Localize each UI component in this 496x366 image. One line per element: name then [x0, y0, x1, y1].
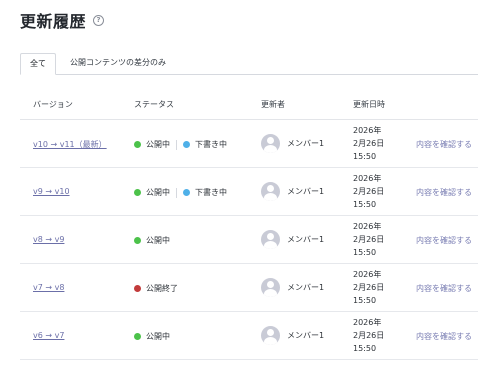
user-avatar-icon: [261, 134, 280, 153]
updater-name: メンバー1: [287, 331, 325, 340]
table-row: v9 → v10 公開中 下書き中 メンバー1 2026年 2月26日 15:5…: [20, 168, 478, 216]
table-row: v6 → v7 公開中 メンバー1 2026年 2月26日 15:50 内容を確…: [20, 312, 478, 360]
view-details-link[interactable]: 内容を確認する: [416, 235, 472, 246]
view-details-link[interactable]: 内容を確認する: [416, 187, 472, 198]
status-label: 公開中: [146, 140, 170, 149]
updater-name: メンバー1: [287, 187, 325, 196]
status-dot-icon: [134, 237, 141, 244]
date-time: 15:50: [353, 248, 377, 257]
status-label: 公開終了: [146, 284, 178, 293]
version-link[interactable]: v10 → v11（最新）: [33, 139, 107, 150]
date-day: 2月26日: [353, 331, 385, 340]
status-cell: 公開中: [134, 331, 170, 342]
updated-at-cell: 2026年 2月26日 15:50: [353, 268, 384, 307]
table-row: v7 → v8 公開終了 メンバー1 2026年 2月26日 15:50 内容を…: [20, 264, 478, 312]
updater-name: メンバー1: [287, 139, 325, 148]
help-icon[interactable]: ?: [93, 14, 105, 26]
tab-bar: 全て 公開コンテンツの差分のみ: [20, 53, 478, 75]
version-link[interactable]: v9 → v10: [33, 187, 70, 196]
updated-at-cell: 2026年 2月26日 15:50: [353, 172, 384, 211]
column-header-updater: 更新者: [261, 100, 285, 109]
date-day: 2月26日: [353, 283, 385, 292]
date-time: 15:50: [353, 296, 377, 305]
updater-name: メンバー1: [287, 283, 325, 292]
status-cell: 公開中: [134, 235, 170, 246]
user-avatar-icon: [261, 326, 280, 345]
version-link[interactable]: v8 → v9: [33, 235, 64, 244]
status-dot-icon: [183, 141, 190, 148]
date-year: 2026年: [353, 270, 382, 279]
date-day: 2月26日: [353, 187, 385, 196]
status-cell: 公開中 下書き中: [134, 139, 227, 150]
status-cell: 公開中 下書き中: [134, 187, 227, 198]
status-divider: [176, 187, 177, 198]
page-header: 更新履歴 ?: [20, 8, 105, 32]
table-row: v10 → v11（最新） 公開中 下書き中 メンバー1 2026年 2月26日…: [20, 120, 478, 168]
status-divider: [176, 139, 177, 150]
view-details-link[interactable]: 内容を確認する: [416, 331, 472, 342]
status-dot-icon: [134, 333, 141, 340]
version-link[interactable]: v7 → v8: [33, 283, 64, 292]
view-details-link[interactable]: 内容を確認する: [416, 283, 472, 294]
status-dot-icon: [134, 141, 141, 148]
status-dot-icon: [183, 189, 190, 196]
view-details-link[interactable]: 内容を確認する: [416, 139, 472, 150]
date-year: 2026年: [353, 222, 382, 231]
status-label: 下書き中: [195, 188, 227, 197]
status-cell: 公開終了: [134, 283, 178, 294]
tab-all[interactable]: 全て: [20, 53, 56, 75]
page-title: 更新履歴: [20, 12, 87, 31]
status-label: 下書き中: [195, 140, 227, 149]
user-avatar-icon: [261, 278, 280, 297]
updated-at-cell: 2026年 2月26日 15:50: [353, 124, 384, 163]
status-label: 公開中: [146, 236, 170, 245]
updater-name: メンバー1: [287, 235, 325, 244]
user-avatar-icon: [261, 182, 280, 201]
column-header-version: バージョン: [33, 100, 73, 109]
date-time: 15:50: [353, 344, 377, 353]
date-year: 2026年: [353, 126, 382, 135]
tab-public-diff-only[interactable]: 公開コンテンツの差分のみ: [66, 53, 170, 75]
date-time: 15:50: [353, 152, 377, 161]
history-table: バージョン ステータス 更新者 更新日時 v10 → v11（最新） 公開中 下…: [20, 90, 478, 360]
date-day: 2月26日: [353, 139, 385, 148]
version-link[interactable]: v6 → v7: [33, 331, 64, 340]
status-label: 公開中: [146, 332, 170, 341]
updated-at-cell: 2026年 2月26日 15:50: [353, 316, 384, 355]
updater-cell: メンバー1: [261, 278, 324, 297]
updated-at-cell: 2026年 2月26日 15:50: [353, 220, 384, 259]
status-label: 公開中: [146, 188, 170, 197]
column-header-status: ステータス: [134, 100, 174, 109]
date-time: 15:50: [353, 200, 377, 209]
date-year: 2026年: [353, 174, 382, 183]
table-row: v8 → v9 公開中 メンバー1 2026年 2月26日 15:50 内容を確…: [20, 216, 478, 264]
status-dot-icon: [134, 285, 141, 292]
updater-cell: メンバー1: [261, 326, 324, 345]
updater-cell: メンバー1: [261, 230, 324, 249]
date-day: 2月26日: [353, 235, 385, 244]
user-avatar-icon: [261, 230, 280, 249]
updater-cell: メンバー1: [261, 182, 324, 201]
table-header: バージョン ステータス 更新者 更新日時: [20, 90, 478, 120]
updater-cell: メンバー1: [261, 134, 324, 153]
status-dot-icon: [134, 189, 141, 196]
date-year: 2026年: [353, 318, 382, 327]
column-header-updated-at: 更新日時: [353, 100, 385, 109]
